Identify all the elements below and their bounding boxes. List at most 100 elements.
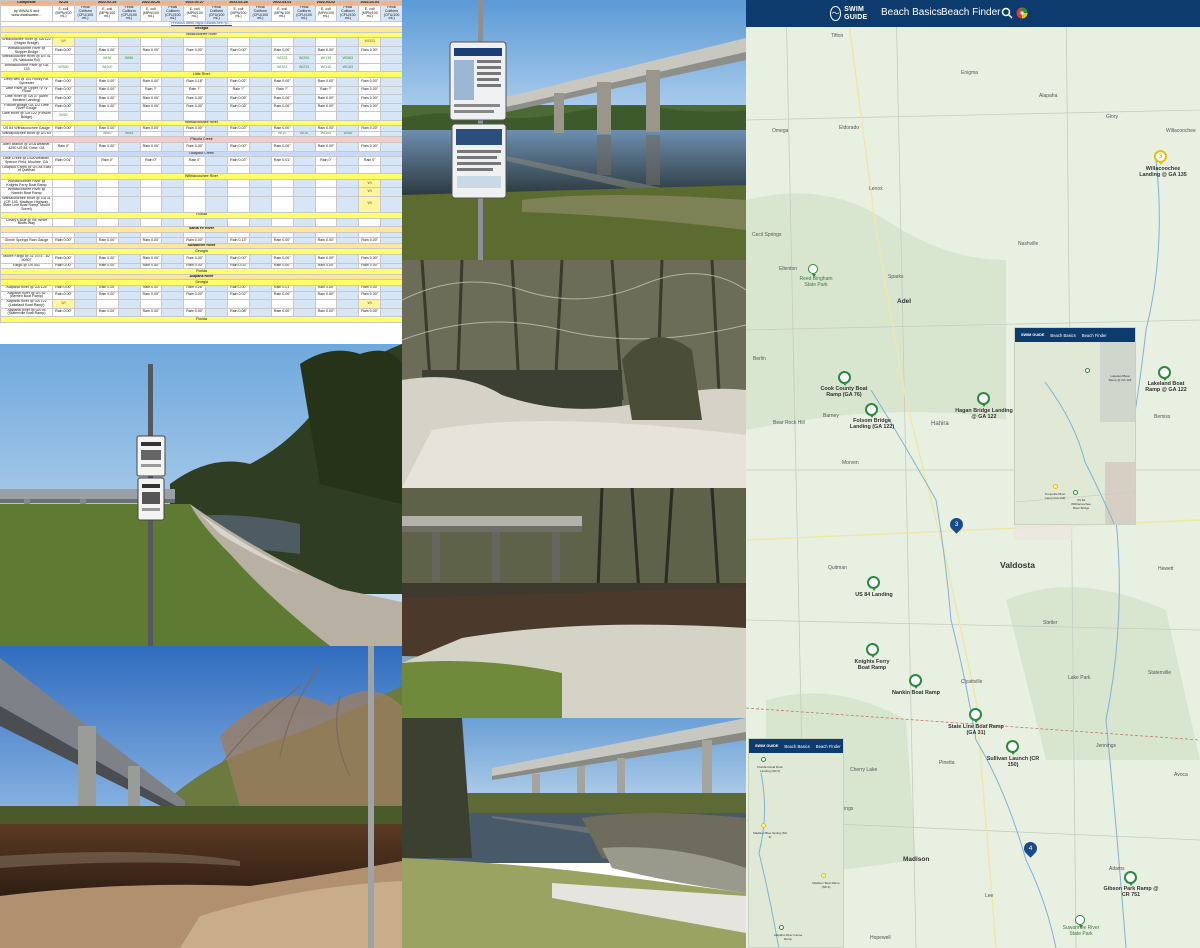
sheet-cell[interactable] [161, 254, 185, 264]
sheet-cell[interactable]: Rain 0.00" [95, 307, 119, 318]
sheet-cell[interactable] [336, 290, 360, 301]
language-flag-icon[interactable] [1016, 7, 1028, 19]
sheet-cell[interactable] [73, 156, 97, 166]
sheet-cell[interactable] [205, 62, 228, 73]
sheet-cell[interactable] [73, 195, 97, 213]
sheet-cell[interactable] [183, 187, 207, 197]
sheet-cell[interactable]: Rain 0.00" [52, 85, 75, 96]
sheet-cell[interactable] [73, 217, 97, 228]
sheet-cell[interactable]: Rain 0.00" [358, 76, 382, 87]
sheet-cell[interactable] [117, 142, 141, 152]
inset-nav-finder[interactable]: Beach Finder [816, 744, 841, 749]
sheet-cell[interactable] [139, 111, 163, 121]
sheet-cell[interactable]: Fecal Coliform (CFU/100 mL) [380, 4, 402, 23]
sheet-cell[interactable] [117, 102, 141, 113]
sheet-cell[interactable] [248, 37, 272, 47]
sheet-cell[interactable] [161, 111, 185, 121]
sheet-cell[interactable] [314, 187, 338, 197]
beach-label-gibson-park[interactable]: Gibson Park Ramp @ CR 751 [1102, 886, 1160, 898]
sheet-cell[interactable] [292, 195, 316, 213]
sheet-cell[interactable] [117, 45, 141, 56]
sheet-cell[interactable] [380, 62, 402, 73]
inset-pin-florida-canal[interactable] [761, 757, 766, 762]
sheet-cell[interactable] [73, 62, 97, 73]
sheet-cell[interactable]: Fecal Coliform (CFU/100 mL) [248, 4, 272, 23]
sheet-cell[interactable] [52, 54, 75, 64]
sheet-cell[interactable] [183, 217, 207, 228]
sheet-cell[interactable] [336, 187, 360, 197]
sheet-cell[interactable] [380, 85, 402, 96]
sheet-cell[interactable]: Rain 0.00" [52, 94, 75, 104]
sheet-cell[interactable]: Rain 0.00" [270, 102, 294, 113]
sheet-cell[interactable]: Rain 0.00" [139, 102, 163, 113]
sheet-cell[interactable] [248, 164, 272, 175]
sheet-cell[interactable] [292, 187, 316, 197]
sheet-cell[interactable]: Rain 0.00" [270, 307, 294, 318]
sheet-cell[interactable] [161, 54, 185, 64]
sheet-cell[interactable]: E. coli (MPN/100 mL) [314, 4, 338, 23]
sheet-cell[interactable]: Rain 0.00" [139, 94, 163, 104]
sheet-cell[interactable] [205, 102, 228, 113]
sheet-cell[interactable] [139, 54, 163, 64]
sheet-cell[interactable]: Rain 0" [358, 156, 382, 166]
sheet-cell[interactable]: 2022-03-02 [314, 0, 338, 6]
sheet-cell[interactable]: Little River @ Upper Ty Ty Road [0, 85, 53, 96]
sheet-cell[interactable] [314, 111, 338, 121]
beach-pin-state-line[interactable] [969, 708, 982, 723]
sheet-cell[interactable] [117, 62, 141, 73]
sheet-cell[interactable]: WI183 [336, 62, 360, 73]
sheet-cell[interactable] [205, 45, 228, 56]
sheet-cell[interactable] [380, 111, 402, 121]
sheet-cell[interactable]: Rain 0.08" [227, 307, 250, 318]
sheet-cell[interactable] [292, 290, 316, 301]
sheet-cell[interactable]: Deep well @ 153 Rocky Rd. Sylvester [0, 76, 53, 87]
sheet-cell[interactable] [205, 187, 228, 197]
sheet-cell[interactable] [248, 187, 272, 197]
sheet-cell[interactable] [73, 178, 97, 189]
sheet-cell[interactable] [358, 54, 382, 64]
sheet-cell[interactable]: Rain 0.00" [52, 102, 75, 113]
sheet-cell[interactable] [336, 254, 360, 264]
sheet-cell[interactable]: Rain 0.00" [139, 45, 163, 56]
sheet-cell[interactable] [292, 111, 316, 121]
sheet-cell[interactable]: Rain 0.00" [183, 102, 207, 113]
sheet-cell[interactable] [205, 307, 228, 318]
sheet-cell[interactable] [380, 37, 402, 47]
sheet-cell[interactable]: Rain 0.00" [183, 290, 207, 301]
sheet-cell[interactable]: WI140 [314, 62, 338, 73]
sheet-cell[interactable] [292, 307, 316, 318]
sheet-cell[interactable]: WI [358, 195, 382, 213]
sheet-cell[interactable]: Fecal Coliform (CFU/100 mL) [73, 4, 97, 23]
inset-pin-alapaha-canoe[interactable] [779, 925, 784, 930]
sheet-cell[interactable] [205, 111, 228, 121]
sheet-cell[interactable] [73, 299, 97, 309]
sheet-cell[interactable] [205, 76, 228, 87]
sheet-cell[interactable]: Rain ?" [183, 85, 207, 96]
sheet-cell[interactable] [183, 299, 207, 309]
sheet-cell[interactable] [248, 54, 272, 64]
sheet-cell[interactable]: E. coli (MPN/100 mL) [227, 4, 250, 23]
sheet-cell[interactable] [227, 164, 250, 175]
sheet-cell[interactable] [227, 54, 250, 64]
sheet-cell[interactable]: Withlacoochee River @ GA 31 (CR 145, Mad… [0, 195, 53, 213]
sheet-cell[interactable] [314, 178, 338, 189]
sheet-cell[interactable] [73, 54, 97, 64]
sheet-cell[interactable]: Okapilco Creek @ US 84 East of Quitman [0, 164, 53, 175]
sheet-cell[interactable]: WI30 [52, 111, 75, 121]
sheet-cell[interactable] [139, 164, 163, 175]
sheet-cell[interactable]: 2022-03-01 [270, 0, 294, 6]
sheet-cell[interactable] [380, 290, 402, 301]
sheet-cell[interactable] [161, 85, 185, 96]
sheet-cell[interactable]: Withlacoochee River @ Skipper Bridge [0, 45, 53, 56]
sheet-cell[interactable]: Rain 0.00" [314, 254, 338, 264]
sheet-cell[interactable]: Withlacoochee River @ GA 133 [0, 62, 53, 73]
sheet-cell[interactable] [139, 217, 163, 228]
sheet-cell[interactable] [139, 299, 163, 309]
sheet-cell[interactable]: Rain ?" [270, 85, 294, 96]
sheet-cell[interactable] [358, 164, 382, 175]
beach-pin-us84[interactable] [867, 576, 880, 591]
sheet-cell[interactable] [314, 299, 338, 309]
swim-guide-logo[interactable]: 〜 SWIM GUIDE [830, 4, 876, 23]
sheet-cell[interactable] [117, 156, 141, 166]
sheet-cell[interactable] [248, 102, 272, 113]
